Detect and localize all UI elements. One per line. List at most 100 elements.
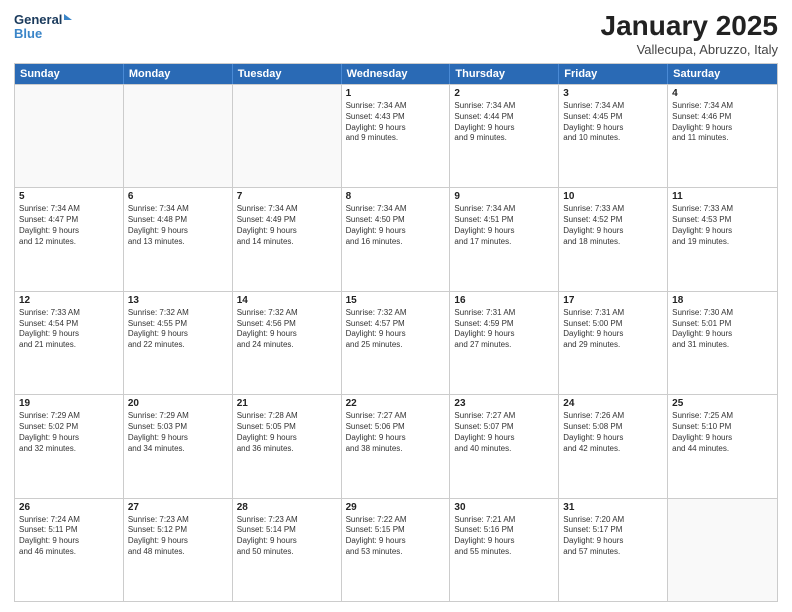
day-number: 11 [672,191,773,202]
day-info: Sunrise: 7:34 AMSunset: 4:45 PMDaylight:… [563,101,663,144]
day-info: Sunrise: 7:27 AMSunset: 5:07 PMDaylight:… [454,411,554,454]
header-cell-monday: Monday [124,64,233,84]
day-number: 4 [672,88,773,99]
day-number: 10 [563,191,663,202]
day-cell-27: 27 Sunrise: 7:23 AMSunset: 5:12 PMDayligh… [124,499,233,601]
day-number: 9 [454,191,554,202]
day-number: 20 [128,398,228,409]
day-info: Sunrise: 7:33 AMSunset: 4:52 PMDaylight:… [563,204,663,247]
day-info: Sunrise: 7:27 AMSunset: 5:06 PMDaylight:… [346,411,446,454]
day-info: Sunrise: 7:29 AMSunset: 5:02 PMDaylight:… [19,411,119,454]
day-info: Sunrise: 7:21 AMSunset: 5:16 PMDaylight:… [454,515,554,558]
header-cell-saturday: Saturday [668,64,777,84]
day-cell-4: 4 Sunrise: 7:34 AMSunset: 4:46 PMDaylight… [668,85,777,187]
day-number: 21 [237,398,337,409]
empty-cell-0-0 [15,85,124,187]
day-number: 31 [563,502,663,513]
cal-row-1: 5Sunrise: 7:34 AMSunset: 4:47 PMDaylight… [15,187,777,290]
day-number: 22 [346,398,446,409]
day-number: 17 [563,295,663,306]
day-number: 2 [454,88,554,99]
day-info: Sunrise: 7:34 AMSunset: 4:50 PMDaylight:… [346,204,446,247]
day-number: 14 [237,295,337,306]
header-cell-tuesday: Tuesday [233,64,342,84]
day-info: Sunrise: 7:34 AMSunset: 4:51 PMDaylight:… [454,204,554,247]
day-number: 23 [454,398,554,409]
empty-cell-0-2 [233,85,342,187]
day-info: Sunrise: 7:31 AMSunset: 4:59 PMDaylight:… [454,308,554,351]
day-info: Sunrise: 7:34 AMSunset: 4:46 PMDaylight:… [672,101,773,144]
day-info: Sunrise: 7:22 AMSunset: 5:15 PMDaylight:… [346,515,446,558]
day-cell-13: 13 Sunrise: 7:32 AMSunset: 4:55 PMDayligh… [124,292,233,394]
cal-row-2: 12Sunrise: 7:33 AMSunset: 4:54 PMDayligh… [15,291,777,394]
svg-text:General: General [14,12,62,27]
day-cell-14: 14Sunrise: 7:32 AMSunset: 4:56 PMDayligh… [233,292,342,394]
day-cell-12: 12Sunrise: 7:33 AMSunset: 4:54 PMDayligh… [15,292,124,394]
day-cell-30: 30 Sunrise: 7:21 AMSunset: 5:16 PMDayligh… [450,499,559,601]
day-cell-6: 6Sunrise: 7:34 AMSunset: 4:48 PMDaylight… [124,188,233,290]
day-number: 26 [19,502,119,513]
day-info: Sunrise: 7:24 AMSunset: 5:11 PMDaylight:… [19,515,119,558]
day-cell-19: 19 Sunrise: 7:29 AMSunset: 5:02 PMDayligh… [15,395,124,497]
day-number: 29 [346,502,446,513]
day-cell-26: 26 Sunrise: 7:24 AMSunset: 5:11 PMDayligh… [15,499,124,601]
day-info: Sunrise: 7:28 AMSunset: 5:05 PMDaylight:… [237,411,337,454]
day-number: 30 [454,502,554,513]
day-cell-1: 1 Sunrise: 7:34 AMSunset: 4:43 PMDaylight… [342,85,451,187]
day-cell-18: 18 Sunrise: 7:30 AMSunset: 5:01 PMDayligh… [668,292,777,394]
day-cell-8: 8 Sunrise: 7:34 AMSunset: 4:50 PMDaylight… [342,188,451,290]
day-cell-9: 9 Sunrise: 7:34 AMSunset: 4:51 PMDaylight… [450,188,559,290]
day-info: Sunrise: 7:25 AMSunset: 5:10 PMDaylight:… [672,411,773,454]
day-number: 5 [19,191,119,202]
month-title: January 2025 [601,10,778,42]
day-cell-28: 28Sunrise: 7:23 AMSunset: 5:14 PMDayligh… [233,499,342,601]
svg-text:Blue: Blue [14,26,42,41]
day-number: 15 [346,295,446,306]
day-cell-25: 25 Sunrise: 7:25 AMSunset: 5:10 PMDayligh… [668,395,777,497]
day-cell-5: 5Sunrise: 7:34 AMSunset: 4:47 PMDaylight… [15,188,124,290]
header-cell-thursday: Thursday [450,64,559,84]
cal-row-4: 26 Sunrise: 7:24 AMSunset: 5:11 PMDayligh… [15,498,777,601]
day-number: 13 [128,295,228,306]
day-number: 3 [563,88,663,99]
logo-svg: General Blue [14,10,74,46]
day-info: Sunrise: 7:20 AMSunset: 5:17 PMDaylight:… [563,515,663,558]
location: Vallecupa, Abruzzo, Italy [601,42,778,57]
day-number: 8 [346,191,446,202]
day-info: Sunrise: 7:23 AMSunset: 5:12 PMDaylight:… [128,515,228,558]
day-cell-17: 17Sunrise: 7:31 AMSunset: 5:00 PMDayligh… [559,292,668,394]
day-info: Sunrise: 7:29 AMSunset: 5:03 PMDaylight:… [128,411,228,454]
day-cell-3: 3 Sunrise: 7:34 AMSunset: 4:45 PMDaylight… [559,85,668,187]
day-cell-7: 7 Sunrise: 7:34 AMSunset: 4:49 PMDaylight… [233,188,342,290]
empty-cell-4-6 [668,499,777,601]
day-number: 7 [237,191,337,202]
day-info: Sunrise: 7:34 AMSunset: 4:43 PMDaylight:… [346,101,446,144]
day-number: 1 [346,88,446,99]
day-number: 27 [128,502,228,513]
cal-row-3: 19 Sunrise: 7:29 AMSunset: 5:02 PMDayligh… [15,394,777,497]
day-info: Sunrise: 7:30 AMSunset: 5:01 PMDaylight:… [672,308,773,351]
title-block: January 2025 Vallecupa, Abruzzo, Italy [601,10,778,57]
calendar-page: General Blue January 2025 Vallecupa, Abr… [0,0,792,612]
day-cell-29: 29 Sunrise: 7:22 AMSunset: 5:15 PMDayligh… [342,499,451,601]
day-cell-22: 22 Sunrise: 7:27 AMSunset: 5:06 PMDayligh… [342,395,451,497]
day-info: Sunrise: 7:33 AMSunset: 4:53 PMDaylight:… [672,204,773,247]
day-cell-15: 15Sunrise: 7:32 AMSunset: 4:57 PMDayligh… [342,292,451,394]
day-number: 25 [672,398,773,409]
day-cell-2: 2Sunrise: 7:34 AMSunset: 4:44 PMDaylight… [450,85,559,187]
day-cell-31: 31 Sunrise: 7:20 AMSunset: 5:17 PMDayligh… [559,499,668,601]
day-number: 18 [672,295,773,306]
day-cell-10: 10 Sunrise: 7:33 AMSunset: 4:52 PMDayligh… [559,188,668,290]
day-number: 19 [19,398,119,409]
day-cell-21: 21 Sunrise: 7:28 AMSunset: 5:05 PMDayligh… [233,395,342,497]
header: General Blue January 2025 Vallecupa, Abr… [14,10,778,57]
day-number: 6 [128,191,228,202]
header-cell-friday: Friday [559,64,668,84]
logo: General Blue [14,10,74,46]
day-info: Sunrise: 7:34 AMSunset: 4:49 PMDaylight:… [237,204,337,247]
calendar-header: SundayMondayTuesdayWednesdayThursdayFrid… [15,64,777,84]
day-info: Sunrise: 7:32 AMSunset: 4:55 PMDaylight:… [128,308,228,351]
day-cell-20: 20 Sunrise: 7:29 AMSunset: 5:03 PMDayligh… [124,395,233,497]
day-number: 12 [19,295,119,306]
day-cell-11: 11 Sunrise: 7:33 AMSunset: 4:53 PMDayligh… [668,188,777,290]
